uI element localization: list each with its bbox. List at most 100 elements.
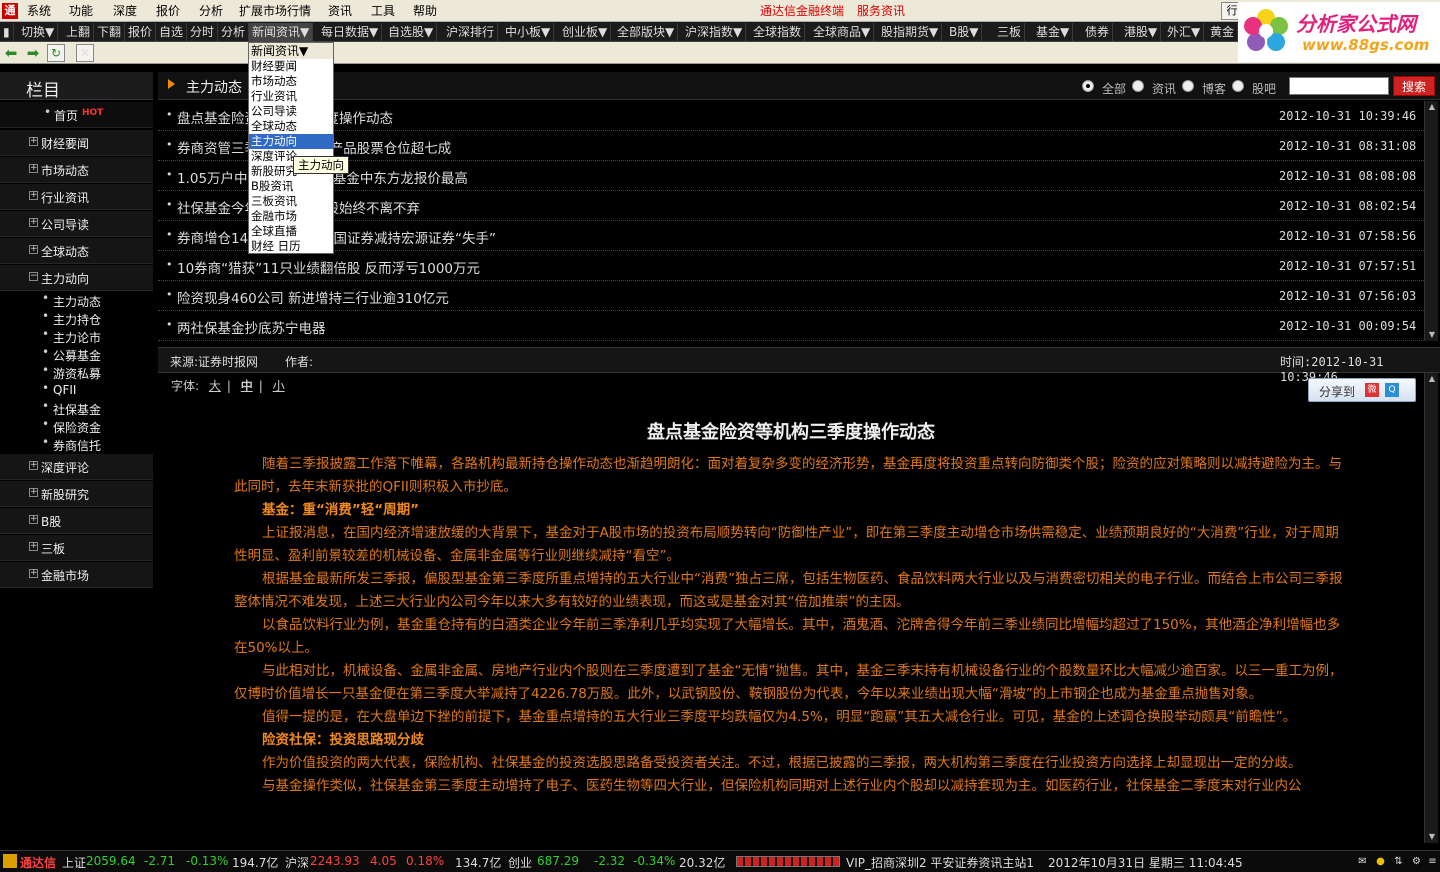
news-row[interactable]: • 险资现身460公司 新进增持三行业逾310亿元 2012-10-31 07:56… xyxy=(158,281,1424,311)
app-logo-icon[interactable]: 通 xyxy=(2,3,18,19)
scroll-up-icon[interactable]: ▲ xyxy=(1426,373,1438,385)
toolbar-chinext[interactable]: 创业板▼ xyxy=(559,23,612,41)
toolbar-global-indices[interactable]: 全球指数 xyxy=(750,23,806,41)
sidebar-item-finance-news[interactable]: + 财经要闻 xyxy=(0,130,153,156)
sidebar-item-financial-market[interactable]: + 金融市场 xyxy=(0,562,153,588)
news-row[interactable]: •社保基金今年以来对银行股始终不离不弃2012-10-31 08:02:54 xyxy=(158,191,1424,221)
dropdown-item-selected[interactable]: 主力动向 xyxy=(249,134,333,149)
expand-plus-icon[interactable]: + xyxy=(29,515,38,524)
share-button[interactable]: 分享到 微 Q xyxy=(1308,378,1416,402)
network-icon[interactable]: ⇅ xyxy=(1392,855,1405,868)
mail-icon[interactable]: ✉ xyxy=(1356,855,1369,868)
scroll-down-icon[interactable]: ▼ xyxy=(1426,831,1438,843)
dropdown-item[interactable]: 全球直播 xyxy=(249,224,333,239)
sidebar-sub-item[interactable]: • 社保基金 xyxy=(0,399,153,417)
news-list-scrollbar[interactable]: ▲ ▼ xyxy=(1424,101,1438,341)
toolbar-third-board[interactable]: 三板 xyxy=(994,23,1026,41)
dropdown-item[interactable]: 公司导读 xyxy=(249,104,333,119)
toolbar-watchlist[interactable]: 自选 xyxy=(156,23,188,41)
close-icon[interactable]: ✕ xyxy=(76,44,94,62)
toolbar-gold[interactable]: 黄金 xyxy=(1207,23,1239,41)
toolbar-intraday[interactable]: 分时 xyxy=(187,23,219,41)
toolbar-icon[interactable]: ▮ xyxy=(0,23,14,41)
expand-plus-icon[interactable]: + xyxy=(29,542,38,551)
article-scrollbar[interactable]: ▲ ▼ xyxy=(1424,373,1438,843)
dropdown-item[interactable]: B股资讯 xyxy=(249,179,333,194)
refresh-icon[interactable]: ↻ xyxy=(47,44,65,62)
expand-plus-icon[interactable]: + xyxy=(29,218,38,227)
collapse-minus-icon[interactable]: − xyxy=(29,272,38,281)
toolbar-page-down[interactable]: 下翻 xyxy=(94,23,126,41)
toolbar-global-commodities[interactable]: 全球商品▼ xyxy=(810,23,875,41)
dropdown-item[interactable]: 市场动态 xyxy=(249,74,333,89)
qq-share-icon[interactable]: Q xyxy=(1385,383,1399,397)
sidebar-item-global[interactable]: + 全球动态 xyxy=(0,238,153,264)
sidebar-sub-item[interactable]: • 主力论市 xyxy=(0,327,153,345)
dropdown-item[interactable]: 三板资讯 xyxy=(249,194,333,209)
search-button[interactable]: 搜索 xyxy=(1393,76,1435,96)
toolbar-forex[interactable]: 外汇▼ xyxy=(1164,23,1205,41)
toolbar-all-sectors[interactable]: 全部版块▼ xyxy=(614,23,679,41)
menu-quote[interactable]: 报价 xyxy=(151,0,185,22)
scroll-down-icon[interactable]: ▼ xyxy=(1426,329,1438,341)
sidebar-sub-item[interactable]: • 主力动态 xyxy=(0,291,153,309)
news-title[interactable]: 险资现身460公司 新进增持三行业逾310亿元 xyxy=(177,287,449,307)
sidebar-sub-item[interactable]: • 保险资金 xyxy=(0,417,153,435)
toolbar-bonds[interactable]: 债券 xyxy=(1082,23,1114,41)
news-row[interactable]: • 券商增仓14只个股 申银万国证券减持宏源证券“失手” 2012-10-31 07… xyxy=(158,221,1424,251)
sidebar-sub-item[interactable]: • 公募基金 xyxy=(0,345,153,363)
sidebar-item-company[interactable]: + 公司导读 xyxy=(0,211,153,237)
filter-all-label[interactable]: 全部 xyxy=(1102,80,1126,97)
toolbar-my-stocks[interactable]: 自选股▼ xyxy=(385,23,438,41)
toolbar-analysis[interactable]: 分析 xyxy=(218,23,250,41)
toolbar-news[interactable]: 新闻资讯▼ xyxy=(249,23,314,41)
expand-plus-icon[interactable]: + xyxy=(29,569,38,578)
menu-depth[interactable]: 深度 xyxy=(108,0,142,22)
news-title[interactable]: 两社保基金抄底苏宁电器 xyxy=(177,317,326,337)
hs-index-label[interactable]: 沪深 xyxy=(285,854,309,871)
toolbar-page-up[interactable]: 上翻 xyxy=(63,23,95,41)
sidebar-item-home[interactable]: • 首页 HOT xyxy=(0,102,153,128)
sidebar-item-depth[interactable]: + 深度评论 xyxy=(0,454,153,480)
sidebar-sub-item[interactable]: • QFII xyxy=(0,381,153,399)
dropdown-item[interactable]: 金融市场 xyxy=(249,209,333,224)
menu-help[interactable]: 帮助 xyxy=(408,0,442,22)
filter-news-radio[interactable] xyxy=(1132,80,1144,92)
news-row[interactable]: •盘点基金险资等机构三季度操作动态2012-10-31 10:39:46 xyxy=(158,101,1424,131)
sidebar-item-main-force[interactable]: − 主力动向 xyxy=(0,265,153,291)
sidebar-item-third-board[interactable]: + 三板 xyxy=(0,535,153,561)
expand-plus-icon[interactable]: + xyxy=(29,137,38,146)
expand-plus-icon[interactable]: + xyxy=(29,488,38,497)
filter-forum-label[interactable]: 股吧 xyxy=(1252,80,1276,97)
toolbar-b-shares[interactable]: B股▼ xyxy=(946,23,983,41)
expand-plus-icon[interactable]: + xyxy=(29,245,38,254)
expand-plus-icon[interactable]: + xyxy=(29,461,38,470)
menu-info[interactable]: 资讯 xyxy=(323,0,357,22)
sidebar-item-ipo[interactable]: + 新股研究 xyxy=(0,481,153,507)
filter-blog-label[interactable]: 博客 xyxy=(1202,80,1226,97)
cy-index-label[interactable]: 创业 xyxy=(508,854,532,871)
dropdown-item[interactable]: 行业资讯 xyxy=(249,89,333,104)
menu-analysis[interactable]: 分析 xyxy=(194,0,228,22)
menu-function[interactable]: 功能 xyxy=(64,0,98,22)
weibo-share-icon[interactable]: 微 xyxy=(1365,383,1379,397)
sidebar-item-market-news[interactable]: + 市场动态 xyxy=(0,157,153,183)
sidebar-sub-item[interactable]: • 游资私募 xyxy=(0,363,153,381)
back-arrow-icon[interactable]: ⬅ xyxy=(2,44,20,62)
toolbar-quote[interactable]: 报价 xyxy=(125,23,157,41)
news-title[interactable]: 10券商“猎获”11只业绩翻倍股 反而浮亏1000万元 xyxy=(177,257,480,277)
menu-icon[interactable]: ≡ xyxy=(1426,855,1439,868)
sidebar-item-industry[interactable]: + 行业资讯 xyxy=(0,184,153,210)
promo-terminal-link[interactable]: 通达信金融终端 xyxy=(760,0,844,22)
sidebar-sub-item[interactable]: • 主力持仓 xyxy=(0,309,153,327)
dropdown-item[interactable]: 财经要闻 xyxy=(249,59,333,74)
coin-icon[interactable]: ● xyxy=(1374,855,1387,868)
toolbar-sme-board[interactable]: 中小板▼ xyxy=(502,23,555,41)
toolbar-indices[interactable]: 沪深指数▼ xyxy=(682,23,747,41)
expand-plus-icon[interactable]: + xyxy=(29,191,38,200)
scroll-up-icon[interactable]: ▲ xyxy=(1426,101,1438,113)
toolbar-switch[interactable]: 切换▼ xyxy=(18,23,59,41)
toolbar-index-futures[interactable]: 股指期货▼ xyxy=(878,23,943,41)
toolbar-daily-data[interactable]: 每日数据▼ xyxy=(318,23,383,41)
font-size-medium-link[interactable]: 中 xyxy=(241,379,253,393)
